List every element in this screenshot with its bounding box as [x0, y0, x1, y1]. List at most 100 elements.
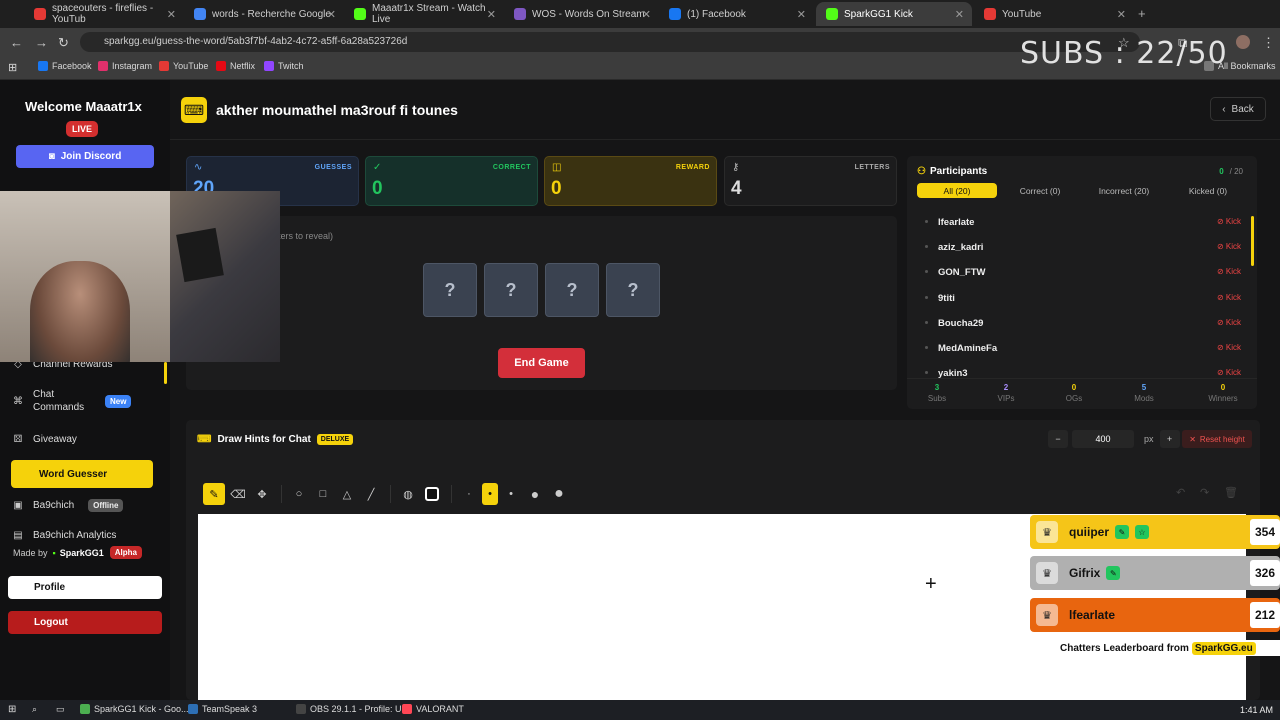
page-title: akther moumathel ma3rouf fi tounes	[216, 102, 458, 118]
teamspeak-icon	[188, 704, 198, 714]
unit-label: px	[1144, 434, 1154, 444]
gift-icon: ◫	[552, 162, 562, 173]
forward-arrow-icon[interactable]: →	[35, 35, 48, 50]
end-game-button[interactable]: End Game	[498, 348, 585, 378]
close-icon[interactable]: ✕	[327, 8, 336, 21]
letters-card: ⚷ LETTERS 4	[724, 156, 897, 206]
apps-icon[interactable]: ⊞	[8, 61, 17, 74]
explorer-icon[interactable]: ▭	[56, 704, 65, 715]
trash-icon[interactable]: 🗑	[1224, 486, 1238, 499]
brush-size-3-icon[interactable]: •	[500, 483, 522, 505]
taskbar-item-chrome[interactable]: SparkGG1 Kick - Goo...	[80, 704, 189, 714]
tab-title: (1) Facebook	[687, 8, 746, 20]
move-icon[interactable]: ✥	[251, 483, 273, 505]
logout-button[interactable]: Logout	[8, 611, 162, 634]
new-tab-icon[interactable]: +	[1138, 6, 1146, 21]
brush-size-5-icon[interactable]: ●	[548, 483, 570, 505]
browser-tab[interactable]: YouTube ✕	[974, 2, 1134, 26]
back-button[interactable]: ‹ Back	[1210, 97, 1266, 121]
tab-kicked[interactable]: Kicked (0)	[1171, 183, 1245, 198]
letter-box[interactable]: ?	[484, 263, 538, 317]
brush-size-4-icon[interactable]: ●	[524, 483, 546, 505]
tab-all[interactable]: All (20)	[917, 183, 997, 198]
chart-icon: ▤	[13, 530, 23, 540]
letter-box[interactable]: ?	[606, 263, 660, 317]
join-discord-button[interactable]: ◙ Join Discord	[16, 145, 154, 168]
rectangle-icon[interactable]: □	[312, 483, 334, 505]
brush-size-2-icon[interactable]: •	[482, 483, 498, 505]
letter-box[interactable]: ?	[545, 263, 599, 317]
pencil-icon[interactable]: ✎	[203, 483, 225, 505]
sidebar-item-giveaway[interactable]: ⚄ Giveaway	[11, 430, 153, 448]
brush-size-1-icon[interactable]: ·	[458, 483, 480, 505]
undo-icon[interactable]: ↶	[1176, 486, 1185, 499]
deluxe-badge: DELUXE	[316, 434, 354, 445]
kick-button[interactable]: ⊘ Kick	[1217, 267, 1241, 276]
browser-tab[interactable]: spaceouters - fireflies - YouTub ✕	[24, 2, 184, 26]
letter-box[interactable]: ?	[423, 263, 477, 317]
avatar[interactable]	[1236, 35, 1250, 49]
browser-tab[interactable]: words - Recherche Google ✕	[184, 2, 344, 26]
participants-scrollbar[interactable]	[1251, 216, 1254, 266]
bookmark-netflix[interactable]: Netflix	[216, 61, 255, 71]
line-icon[interactable]: ╱	[360, 483, 382, 505]
circle-icon[interactable]: ○	[288, 483, 310, 505]
sidebar-item-ba9chich-analytics[interactable]: ▤ Ba9chich Analytics	[11, 530, 153, 540]
browser-tab-active[interactable]: SparkGG1 Kick ✕	[816, 2, 972, 26]
close-icon[interactable]: ✕	[955, 8, 964, 21]
sidebar-item-word-guesser[interactable]: Word Guesser	[11, 460, 153, 488]
minus-button[interactable]: −	[1048, 430, 1068, 448]
kick-button[interactable]: ⊘ Kick	[1217, 343, 1241, 352]
close-icon[interactable]: ✕	[487, 8, 496, 21]
bookmark-twitch[interactable]: Twitch	[264, 61, 304, 71]
taskbar-item-valorant[interactable]: VALORANT	[402, 704, 464, 714]
tab-incorrect[interactable]: Incorrect (20)	[1083, 183, 1165, 198]
facebook-icon	[669, 8, 681, 20]
kick-button[interactable]: ⊘ Kick	[1217, 293, 1241, 302]
browser-tab[interactable]: WOS - Words On Stream ✕	[504, 2, 659, 26]
youtube-icon	[984, 8, 996, 20]
search-icon[interactable]: ⌕	[32, 704, 37, 715]
valorant-icon	[402, 704, 412, 714]
reload-icon[interactable]: ↻	[58, 35, 69, 51]
menu-icon[interactable]: ⋮	[1262, 35, 1275, 51]
profile-button[interactable]: Profile	[8, 576, 162, 599]
bookmark-youtube[interactable]: YouTube	[159, 61, 208, 71]
sub-badge-icon: ✎	[1115, 525, 1130, 539]
windows-start-icon[interactable]: ⊞	[8, 704, 16, 715]
back-arrow-icon[interactable]: ←	[10, 35, 23, 50]
sidebar-item-chat-commands[interactable]: ⌘ Chat Commands New	[11, 386, 153, 416]
taskbar-item-teamspeak[interactable]: TeamSpeak 3	[188, 704, 257, 714]
tab-title: SparkGG1 Kick	[844, 8, 913, 20]
url-input[interactable]: sparkgg.eu/guess-the-word/5ab3f7bf-4ab2-…	[80, 32, 1140, 52]
kick-button[interactable]: ⊘ Kick	[1217, 217, 1241, 226]
participants-count: 0/ 20	[1219, 167, 1243, 176]
triangle-icon[interactable]: △	[336, 483, 358, 505]
taskbar-item-obs[interactable]: OBS 29.1.1 - Profile: U...	[296, 704, 409, 714]
reset-height-button[interactable]: ✕ Reset height	[1182, 430, 1252, 448]
kick-button[interactable]: ⊘ Kick	[1217, 242, 1241, 251]
close-icon[interactable]: ✕	[642, 8, 651, 21]
plus-button[interactable]: +	[1159, 430, 1180, 448]
close-icon[interactable]: ✕	[167, 8, 176, 21]
close-icon[interactable]: ✕	[1117, 8, 1126, 21]
netflix-icon	[216, 61, 226, 71]
sidebar-scrollbar[interactable]	[164, 362, 167, 384]
color-swatch[interactable]	[421, 483, 443, 505]
redo-icon[interactable]: ↷	[1200, 486, 1209, 499]
tab-correct[interactable]: Correct (0)	[1003, 183, 1077, 198]
browser-tab[interactable]: (1) Facebook ✕	[659, 2, 814, 26]
leaderboard-row: ♛ lfearlate 212	[1030, 598, 1280, 632]
height-input[interactable]: 400	[1072, 430, 1134, 448]
kick-button[interactable]: ⊘ Kick	[1217, 318, 1241, 327]
crown-icon: ♛	[1036, 521, 1058, 543]
bookmark-instagram[interactable]: Instagram	[98, 61, 152, 71]
kick-button[interactable]: ⊘ Kick	[1217, 368, 1241, 377]
browser-tab[interactable]: Maaatr1x Stream - Watch Live ✕	[344, 2, 504, 26]
eraser-icon[interactable]: ⌫	[227, 483, 249, 505]
bookmark-facebook[interactable]: Facebook	[38, 61, 92, 71]
palette-icon[interactable]: ◍	[397, 483, 419, 505]
sidebar-item-ba9chich[interactable]: ▣ Ba9chich Offline	[11, 496, 153, 514]
webcam-overlay	[0, 191, 280, 362]
close-icon[interactable]: ✕	[797, 8, 806, 21]
